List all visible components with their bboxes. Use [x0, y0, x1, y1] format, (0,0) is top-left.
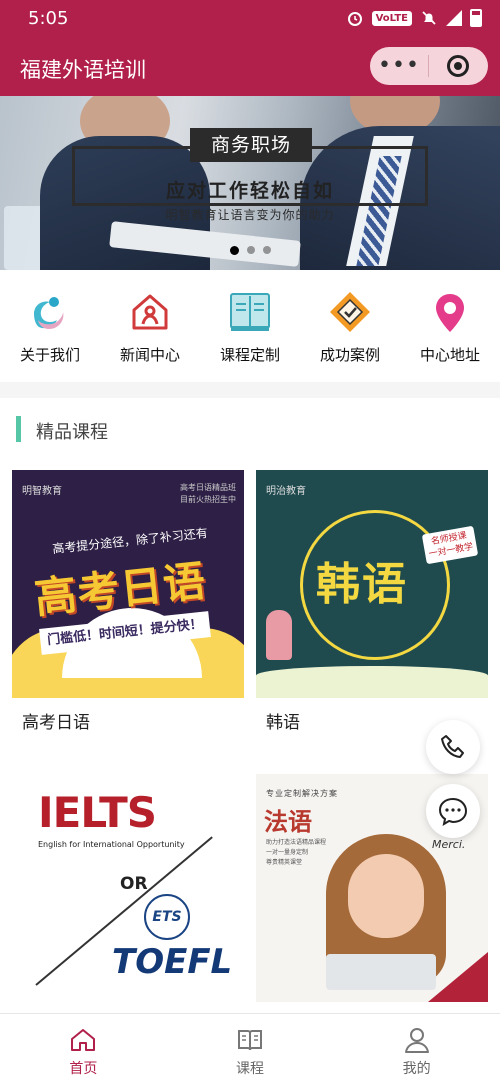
- carousel-dots: [0, 246, 500, 255]
- poster-girl-face: [348, 854, 424, 938]
- status-bar: 5:05 VoLTE: [0, 0, 500, 38]
- poster-or: OR: [120, 874, 148, 894]
- target-icon: [447, 55, 469, 77]
- tab-courses[interactable]: 课程: [167, 1014, 334, 1083]
- poster-kid: [266, 610, 292, 660]
- tab-bar: 首页 课程 我的: [0, 1013, 500, 1083]
- section-accent-bar: [16, 416, 21, 442]
- diamond-check-icon: [328, 290, 372, 334]
- poster-lines: 助力打造法语精品课程 一对一量身定制 尊贵精英课堂: [266, 839, 327, 866]
- poster-notice: 高考日语精品班 目前火热招生中: [180, 483, 236, 504]
- tab-profile[interactable]: 我的: [333, 1014, 500, 1083]
- quick-item-address[interactable]: 中心地址: [400, 270, 500, 382]
- poster-brand: 明智教育: [22, 486, 62, 497]
- poster-toefl: TOEFL: [112, 942, 233, 982]
- carousel-dot-2[interactable]: [246, 246, 255, 254]
- banner-carousel[interactable]: 商务职场 应对工作轻松自如 明智教育让语言变为你的助力: [0, 96, 500, 270]
- poster-ielts: IELTS: [38, 788, 157, 837]
- banner-headline: 应对工作轻松自如: [165, 180, 334, 202]
- course-poster-korean: 明治教育 韩语 名师授课 一对一教学: [256, 470, 488, 698]
- signal-icon: [446, 10, 462, 26]
- tab-profile-label: 我的: [402, 1061, 431, 1077]
- about-logo-icon: [28, 290, 72, 334]
- quick-label-news: 新闻中心: [119, 346, 180, 364]
- tab-home[interactable]: 首页: [0, 1014, 167, 1083]
- quick-item-about[interactable]: 关于我们: [0, 270, 100, 382]
- carousel-dot-3[interactable]: [262, 246, 271, 254]
- mute-icon: [422, 11, 436, 25]
- more-button[interactable]: •••: [370, 47, 428, 85]
- close-button[interactable]: [429, 55, 487, 77]
- quick-label-about: 关于我们: [19, 346, 80, 364]
- course-card-japanese[interactable]: 明智教育 高考日语精品班 目前火热招生中 高考提分途径，除了补习还有 高考日语 …: [12, 470, 244, 738]
- banner-tag: 商务职场: [190, 128, 312, 162]
- chat-button[interactable]: [426, 784, 480, 838]
- user-icon: [404, 1028, 429, 1053]
- house-person-icon: [128, 290, 172, 334]
- section-header: 精品课程: [0, 398, 500, 460]
- quick-item-course-custom[interactable]: 课程定制: [200, 270, 300, 382]
- course-caption: 高考日语: [22, 713, 90, 733]
- nav-bar: 福建外语培训 •••: [0, 38, 500, 96]
- poster-corner: [428, 952, 488, 1002]
- poster-headline: 韩语: [316, 559, 408, 610]
- book-icon: [228, 290, 272, 334]
- app-screen: 5:05 VoLTE 福建外语培训 ••• 商务职场 应对工作轻松自如 明智教育…: [0, 0, 500, 1083]
- alarm-icon: [347, 12, 362, 26]
- mini-program-capsule: •••: [370, 47, 488, 85]
- quick-item-news[interactable]: 新闻中心: [100, 270, 200, 382]
- course-poster-ielts-toefl: IELTS English for International Opportun…: [12, 774, 244, 1002]
- page-title: 福建外语培训: [20, 58, 146, 82]
- course-grid: 明智教育 高考日语精品班 目前火热招生中 高考提分途径，除了补习还有 高考日语 …: [0, 460, 500, 1037]
- battery-icon: [470, 9, 482, 27]
- course-poster-japanese: 明智教育 高考日语精品班 目前火热招生中 高考提分途径，除了补习还有 高考日语 …: [12, 470, 244, 698]
- quick-label-address: 中心地址: [419, 346, 480, 364]
- quick-item-success-cases[interactable]: 成功案例: [300, 270, 400, 382]
- volte-badge: VoLTE: [371, 10, 412, 26]
- course-card-ielts-toefl[interactable]: IELTS English for International Opportun…: [12, 774, 244, 1042]
- quick-label-success-cases: 成功案例: [319, 346, 380, 364]
- poster-ground: [256, 666, 488, 698]
- poster-ielts-tagline: English for International Opportunity: [38, 840, 185, 849]
- banner-glass: [4, 206, 44, 270]
- location-pin-icon: [428, 290, 472, 334]
- poster-pre: 专业定制解决方案: [266, 789, 338, 798]
- poster-brand: 明治教育: [266, 486, 306, 497]
- poster-merci: Merci.: [432, 838, 466, 851]
- poster-headline: 法语: [264, 808, 312, 836]
- carousel-dot-1[interactable]: [229, 246, 239, 255]
- phone-button[interactable]: [426, 720, 480, 774]
- poster-badge: 名师授课 一对一教学: [421, 525, 479, 565]
- status-icons: VoLTE: [346, 9, 482, 27]
- phone-icon: [441, 735, 464, 758]
- home-icon: [71, 1029, 96, 1051]
- quick-label-course-custom: 课程定制: [219, 346, 280, 364]
- section-title: 精品课程: [36, 422, 108, 443]
- open-book-icon: [238, 1030, 262, 1051]
- tab-home-label: 首页: [69, 1061, 98, 1077]
- chat-bubble-icon: [438, 797, 468, 827]
- poster-ets: ETS: [144, 894, 190, 940]
- banner-subline: 明智教育让语言变为你的助力: [165, 208, 335, 222]
- poster-tablet: [326, 954, 436, 990]
- tab-courses-label: 课程: [236, 1061, 264, 1077]
- quick-menu: 关于我们 新闻中心 课程定制 成功案例 中心地址: [0, 270, 500, 382]
- status-time: 5:05: [28, 8, 69, 29]
- course-card-korean[interactable]: 明治教育 韩语 名师授课 一对一教学 韩语: [256, 470, 488, 738]
